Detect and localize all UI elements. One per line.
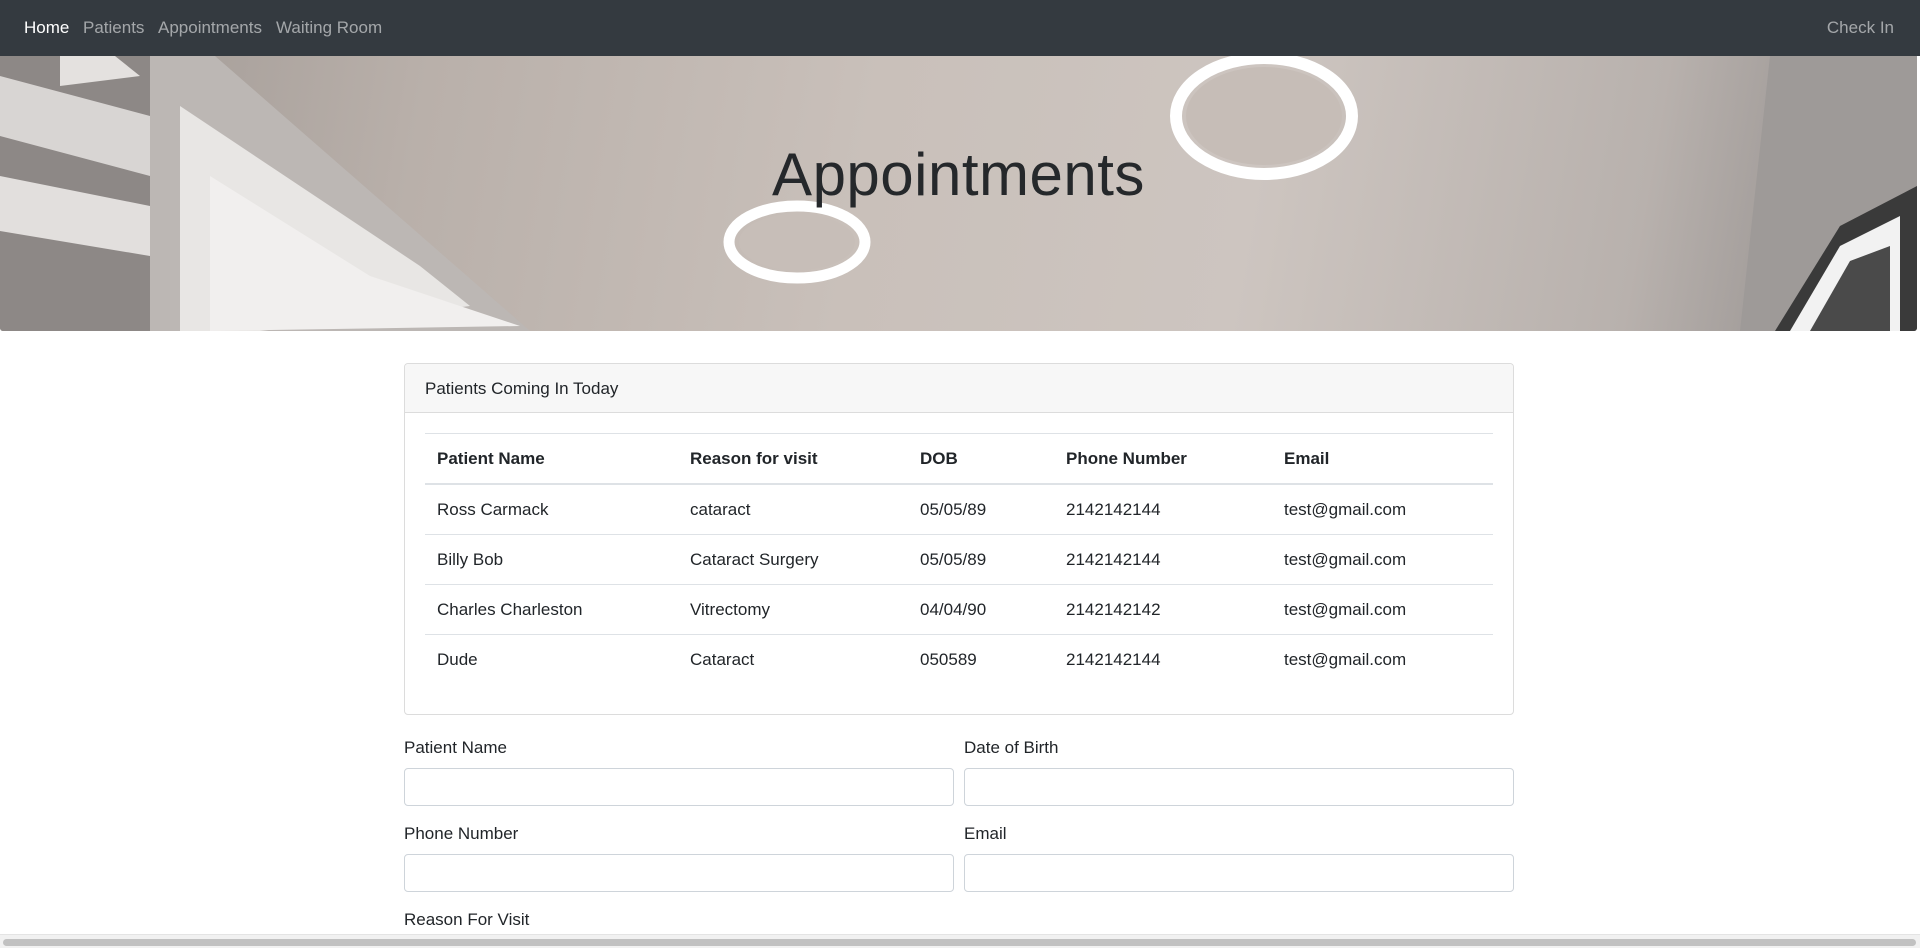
cell-patient-name: Ross Carmack bbox=[425, 484, 678, 535]
cell-email: test@gmail.com bbox=[1272, 584, 1493, 635]
table-header-row: Patient Name Reason for visit DOB Phone … bbox=[425, 433, 1493, 485]
cell-reason: Cataract bbox=[690, 649, 755, 669]
column-header-email: Email bbox=[1272, 433, 1493, 485]
cell-dob: 050589 bbox=[920, 649, 977, 669]
nav-waiting-room-link[interactable]: Waiting Room bbox=[276, 18, 382, 38]
cell-patient-name: Billy Bob bbox=[425, 534, 678, 585]
nav-appointments-link[interactable]: Appointments bbox=[158, 18, 262, 38]
cell-phone: 2142142142 bbox=[1054, 584, 1272, 635]
cell-reason: Vitrectomy bbox=[678, 584, 908, 635]
patient-name-label: Patient Name bbox=[404, 738, 507, 757]
cell-reason: cataract bbox=[678, 484, 908, 535]
horizontal-scrollbar[interactable] bbox=[0, 934, 1920, 948]
cell-dob: 05/05/89 bbox=[908, 484, 1054, 535]
column-header-patient-name: Patient Name bbox=[425, 433, 678, 485]
patient-name-input[interactable] bbox=[404, 768, 954, 806]
date-of-birth-label: Date of Birth bbox=[964, 738, 1059, 757]
cell-patient-name: Dude bbox=[437, 649, 478, 669]
scrollbar-thumb[interactable] bbox=[3, 939, 1916, 946]
patients-table: Patient Name Reason for visit DOB Phone … bbox=[425, 433, 1493, 684]
cell-email: test@gmail.com bbox=[1284, 649, 1407, 669]
nav-home-link[interactable]: Home bbox=[24, 18, 69, 38]
cell-email: test@gmail.com bbox=[1272, 484, 1493, 535]
table-row: Ross Carmack cataract 05/05/89 214214214… bbox=[425, 484, 1493, 535]
date-of-birth-input[interactable] bbox=[964, 768, 1514, 806]
table-row: Billy Bob Cataract Surgery 05/05/89 2142… bbox=[425, 534, 1493, 585]
nav-patients-link[interactable]: Patients bbox=[83, 18, 144, 38]
column-header-dob: DOB bbox=[908, 433, 1054, 485]
email-label: Email bbox=[964, 824, 1007, 843]
hero-banner: Appointments bbox=[0, 56, 1917, 331]
cell-reason: Cataract Surgery bbox=[678, 534, 908, 585]
table-row: Dude Cataract 050589 2142142144 test@gma… bbox=[425, 635, 1493, 685]
patients-today-card: Patients Coming In Today Patient Name Re… bbox=[404, 363, 1514, 715]
nav-check-in-link[interactable]: Check In bbox=[1827, 18, 1894, 38]
cell-phone: 2142142144 bbox=[1066, 649, 1161, 669]
column-header-reason: Reason for visit bbox=[678, 433, 908, 485]
cell-dob: 04/04/90 bbox=[908, 584, 1054, 635]
page-title: Appointments bbox=[772, 141, 1145, 208]
card-header: Patients Coming In Today bbox=[405, 364, 1513, 413]
phone-number-label: Phone Number bbox=[404, 824, 519, 843]
cell-phone: 2142142144 bbox=[1054, 484, 1272, 535]
reason-for-visit-label: Reason For Visit bbox=[404, 910, 530, 929]
top-navbar: Home Patients Appointments Waiting Room … bbox=[0, 0, 1920, 56]
cell-patient-name: Charles Charleston bbox=[425, 584, 678, 635]
column-header-phone: Phone Number bbox=[1054, 433, 1272, 485]
cell-phone: 2142142144 bbox=[1054, 534, 1272, 585]
email-input[interactable] bbox=[964, 854, 1514, 892]
phone-number-input[interactable] bbox=[404, 854, 954, 892]
cell-dob: 05/05/89 bbox=[908, 534, 1054, 585]
table-row: Charles Charleston Vitrectomy 04/04/90 2… bbox=[425, 584, 1493, 635]
cell-email: test@gmail.com bbox=[1272, 534, 1493, 585]
